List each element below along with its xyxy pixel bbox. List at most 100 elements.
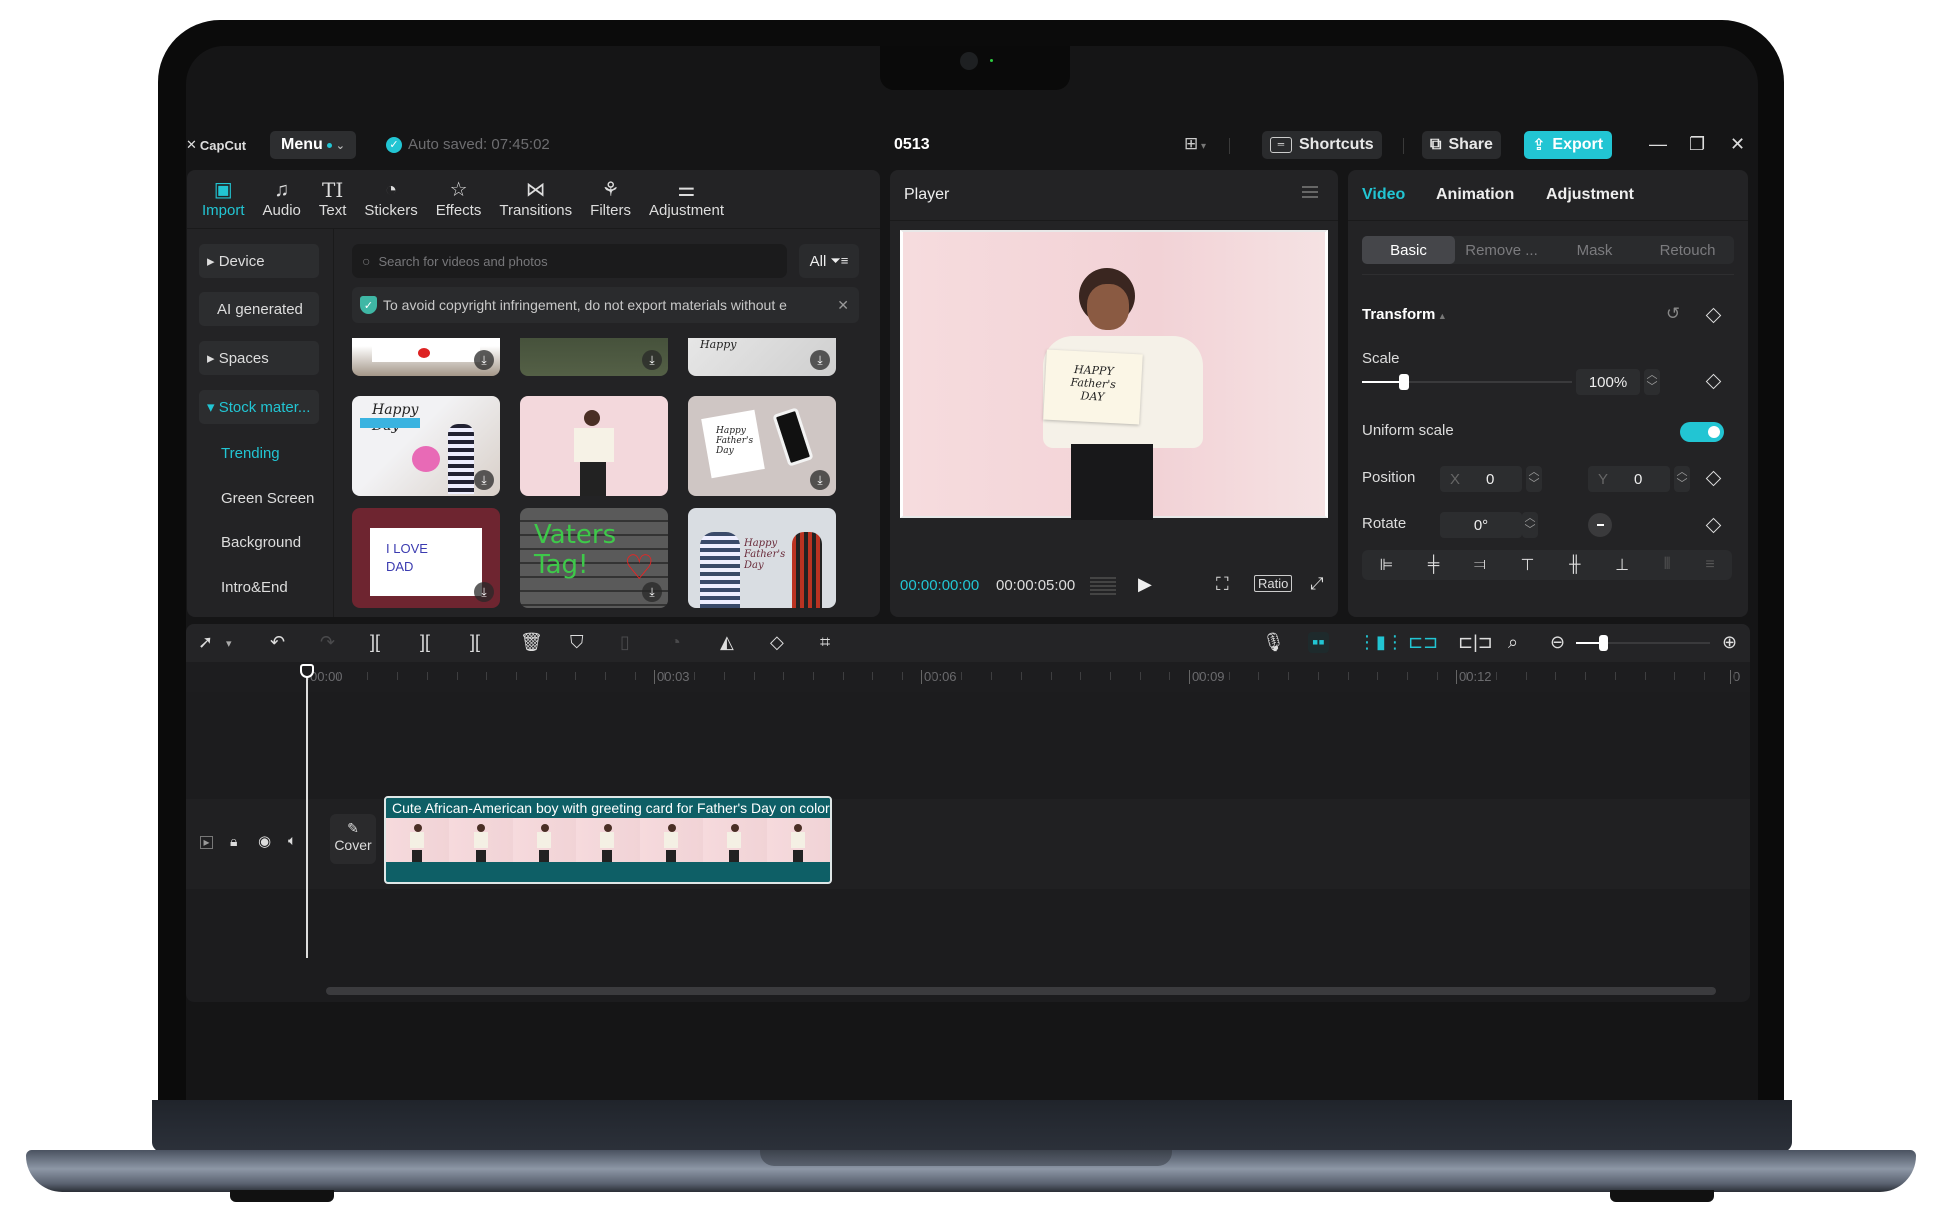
- keyframe-icon[interactable]: [1705, 470, 1722, 487]
- rotate-icon[interactable]: ◇: [770, 632, 784, 653]
- timeline-zoom-fit-icon[interactable]: ⌕: [1508, 632, 1518, 653]
- sidebar-item-background[interactable]: Background: [199, 525, 319, 559]
- player-menu-icon[interactable]: [1302, 186, 1318, 198]
- select-tool-icon[interactable]: ➚: [198, 632, 213, 653]
- tool-effects[interactable]: ☆ Effects: [427, 174, 491, 226]
- timeline-scrollbar[interactable]: [326, 987, 1716, 995]
- close-icon[interactable]: ✕: [1730, 134, 1745, 155]
- eye-icon[interactable]: ◉: [258, 832, 271, 850]
- restore-icon[interactable]: ❐: [1689, 134, 1705, 155]
- play-icon[interactable]: ▶: [1138, 574, 1152, 595]
- media-thumbnail[interactable]: ⤓: [520, 338, 668, 376]
- tool-stickers[interactable]: ◔ Stickers: [355, 174, 426, 226]
- media-thumbnail[interactable]: ⤓: [352, 338, 500, 376]
- media-thumbnail[interactable]: I LOVE DAD ⤓: [352, 508, 500, 608]
- scale-value[interactable]: 100%: [1576, 369, 1640, 395]
- position-y-field[interactable]: Y0: [1588, 466, 1670, 492]
- playhead-handle[interactable]: [300, 664, 314, 678]
- keyframe-icon[interactable]: [1705, 517, 1722, 534]
- filter-button[interactable]: All ⏷≡: [799, 244, 859, 278]
- tab-video[interactable]: Video: [1362, 186, 1405, 204]
- tool-text[interactable]: TI Text: [310, 174, 356, 226]
- chevron-down-icon[interactable]: ▾: [226, 637, 232, 650]
- split-icon[interactable]: ][: [370, 632, 380, 653]
- distribute-v-icon[interactable]: ≡: [1705, 556, 1714, 574]
- ratio-button[interactable]: Ratio: [1254, 575, 1293, 592]
- subtab-retouch[interactable]: Retouch: [1641, 236, 1734, 264]
- zoom-out-icon[interactable]: ⊖: [1550, 632, 1565, 653]
- position-x-field[interactable]: X0: [1440, 466, 1522, 492]
- media-thumbnail[interactable]: Vaters Tag! ♡ ⤓: [520, 508, 668, 608]
- keyframe-icon[interactable]: [1705, 307, 1722, 324]
- tab-adjustment[interactable]: Adjustment: [1546, 186, 1634, 204]
- download-icon[interactable]: ⤓: [810, 350, 830, 370]
- download-icon[interactable]: ⤓: [474, 582, 494, 602]
- download-icon[interactable]: ⤓: [810, 470, 830, 490]
- download-icon[interactable]: ⤓: [474, 350, 494, 370]
- split-right-icon[interactable]: ][: [470, 632, 480, 653]
- menu-button[interactable]: Menu ⌄: [270, 131, 356, 159]
- media-thumbnail[interactable]: Happy ⤓: [688, 338, 836, 376]
- video-preview[interactable]: HAPPY Father's DAY: [900, 230, 1328, 520]
- sidebar-item-trending[interactable]: Trending: [199, 436, 319, 470]
- timeline-ruler[interactable]: 00:00 00:03 00:06 00:09 00:12 0: [186, 662, 1750, 692]
- close-icon[interactable]: ✕: [837, 297, 849, 314]
- preview-axis-icon[interactable]: ⊏|⊐: [1458, 632, 1493, 653]
- align-left-icon[interactable]: ⊫: [1379, 555, 1393, 575]
- sidebar-item-green-screen[interactable]: Green Screen: [199, 481, 319, 515]
- cover-button[interactable]: ✎ Cover: [330, 814, 376, 864]
- minimize-icon[interactable]: —: [1649, 134, 1667, 155]
- keyframe-icon[interactable]: [1705, 373, 1722, 390]
- subtab-mask[interactable]: Mask: [1548, 236, 1641, 264]
- tool-transitions[interactable]: ⋈ Transitions: [490, 174, 581, 226]
- zoom-in-icon[interactable]: ⊕: [1722, 632, 1737, 653]
- export-button[interactable]: ⇪ Export: [1524, 131, 1612, 159]
- linkage-icon[interactable]: ⊏⊐: [1408, 632, 1438, 653]
- media-thumbnail[interactable]: Happy Day⤓: [352, 396, 500, 496]
- sidebar-item-spaces[interactable]: ▸ Spaces: [199, 341, 319, 375]
- waveform-icon[interactable]: [1090, 577, 1116, 595]
- sidebar-item-intro-end[interactable]: Intro&End: [199, 570, 319, 604]
- uniform-scale-toggle[interactable]: [1680, 422, 1724, 442]
- subtab-remove[interactable]: Remove ...: [1455, 236, 1548, 264]
- rotate-stepper[interactable]: ︿ ﹀: [1522, 512, 1538, 538]
- position-y-stepper[interactable]: ︿ ﹀: [1674, 466, 1690, 492]
- sidebar-item-stock-material[interactable]: ▾ Stock mater...: [199, 390, 319, 424]
- tab-animation[interactable]: Animation: [1436, 186, 1514, 204]
- download-icon[interactable]: ⤓: [474, 470, 494, 490]
- delete-icon[interactable]: 🗑: [520, 632, 543, 653]
- fullscreen-icon[interactable]: ⤢: [1310, 574, 1324, 594]
- align-center-v-icon[interactable]: ╫: [1569, 556, 1580, 574]
- download-icon[interactable]: ⤓: [642, 582, 662, 602]
- microphone-icon[interactable]: 🎙: [1262, 632, 1285, 653]
- tool-import[interactable]: ▣ Import: [193, 174, 254, 226]
- tool-filters[interactable]: ⚘ Filters: [581, 174, 640, 226]
- sidebar-item-device[interactable]: ▸ Device: [199, 244, 319, 278]
- timeline-zoom-handle[interactable]: [1598, 635, 1608, 651]
- volume-icon[interactable]: 🔈︎: [288, 832, 296, 849]
- sidebar-item-ai-generated[interactable]: AI generated: [199, 292, 319, 326]
- rotate-dial[interactable]: [1588, 513, 1612, 537]
- playhead-line[interactable]: [306, 668, 308, 958]
- align-bottom-icon[interactable]: ⊥: [1615, 555, 1629, 575]
- layout-icon[interactable]: ⊞ ▾: [1184, 134, 1206, 154]
- media-thumbnail[interactable]: [520, 396, 668, 496]
- distribute-h-icon[interactable]: ⦀: [1664, 556, 1671, 574]
- split-left-icon[interactable]: ][: [420, 632, 430, 653]
- align-top-icon[interactable]: ⊤: [1521, 555, 1535, 575]
- scale-stepper[interactable]: ︿ ﹀: [1644, 369, 1660, 395]
- align-center-h-icon[interactable]: ╪: [1428, 556, 1439, 574]
- search-input[interactable]: ○ Search for videos and photos: [352, 244, 787, 278]
- lock-icon[interactable]: 🔒︎: [230, 833, 237, 850]
- undo-icon[interactable]: ↶: [270, 632, 285, 653]
- transform-heading[interactable]: Transform ▲: [1362, 306, 1447, 323]
- download-icon[interactable]: ⤓: [642, 350, 662, 370]
- subtab-basic[interactable]: Basic: [1362, 236, 1455, 264]
- media-thumbnail[interactable]: Happy Father's Day: [688, 508, 836, 608]
- crop-icon[interactable]: ⌗: [820, 632, 830, 653]
- zoom-fit-icon[interactable]: ⛶: [1216, 574, 1229, 595]
- media-thumbnail[interactable]: Happy Father's Day ⤓: [688, 396, 836, 496]
- scale-slider-handle[interactable]: [1399, 374, 1409, 390]
- marker-icon[interactable]: ⛉: [570, 632, 584, 653]
- main-track-magnet-icon[interactable]: ▪▪: [1308, 632, 1329, 653]
